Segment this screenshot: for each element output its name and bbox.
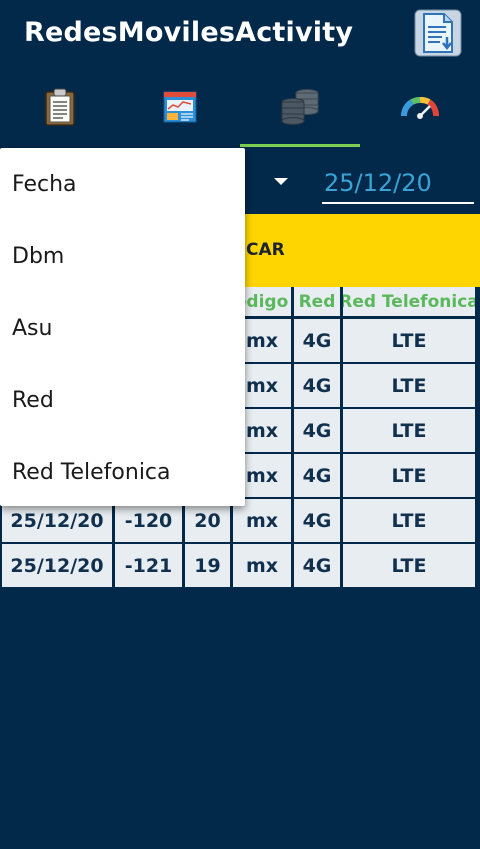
dropdown-arrow-icon[interactable]	[274, 178, 288, 185]
tab-bar	[0, 70, 480, 148]
cell-fecha: 25/12/20	[2, 544, 112, 587]
cell-red: 4G	[294, 409, 340, 452]
database-icon	[280, 89, 320, 129]
dropdown-item-red-telefonica[interactable]: Red Telefonica	[0, 436, 245, 508]
dropdown-item-red[interactable]: Red	[0, 364, 245, 436]
cell-red-telefonica: LTE	[343, 499, 475, 542]
report-chart-icon	[163, 91, 197, 127]
cell-asu: 19	[185, 544, 230, 587]
column-dropdown-menu: Fecha Dbm Asu Red Red Telefonica	[0, 148, 245, 506]
cell-red-telefonica: LTE	[343, 544, 475, 587]
date-field[interactable]	[322, 164, 474, 204]
table-row[interactable]: 25/12/20 -121 19 mx 4G LTE	[0, 544, 477, 589]
cell-red-telefonica: LTE	[343, 364, 475, 407]
cell-red-telefonica: LTE	[343, 319, 475, 362]
dropdown-item-dbm[interactable]: Dbm	[0, 220, 245, 292]
dropdown-item-asu[interactable]: Asu	[0, 292, 245, 364]
search-button-label: CAR	[246, 240, 285, 260]
dropdown-item-fecha[interactable]: Fecha	[0, 148, 245, 220]
document-download-icon[interactable]	[414, 9, 462, 57]
cell-red-telefonica: LTE	[343, 409, 475, 452]
cell-red: 4G	[294, 364, 340, 407]
clipboard-icon	[45, 88, 75, 130]
tab-report[interactable]	[120, 70, 240, 148]
cell-red-telefonica: LTE	[343, 454, 475, 497]
cell-codigo: mx	[233, 544, 291, 587]
app-bar: RedesMovilesActivity	[0, 0, 480, 70]
header-red: Red	[294, 287, 340, 316]
speedometer-icon	[400, 94, 439, 124]
header-red-telefonica: Red Telefonica	[343, 287, 475, 316]
cell-red: 4G	[294, 454, 340, 497]
cell-red: 4G	[294, 499, 340, 542]
cell-dbm: -121	[115, 544, 182, 587]
cell-red: 4G	[294, 319, 340, 362]
tab-speedometer[interactable]	[360, 70, 480, 148]
app-title: RedesMovilesActivity	[24, 17, 354, 48]
selected-tab-indicator	[240, 144, 360, 147]
cell-red: 4G	[294, 544, 340, 587]
tab-database[interactable]	[240, 70, 360, 148]
tab-clipboard[interactable]	[0, 70, 120, 148]
